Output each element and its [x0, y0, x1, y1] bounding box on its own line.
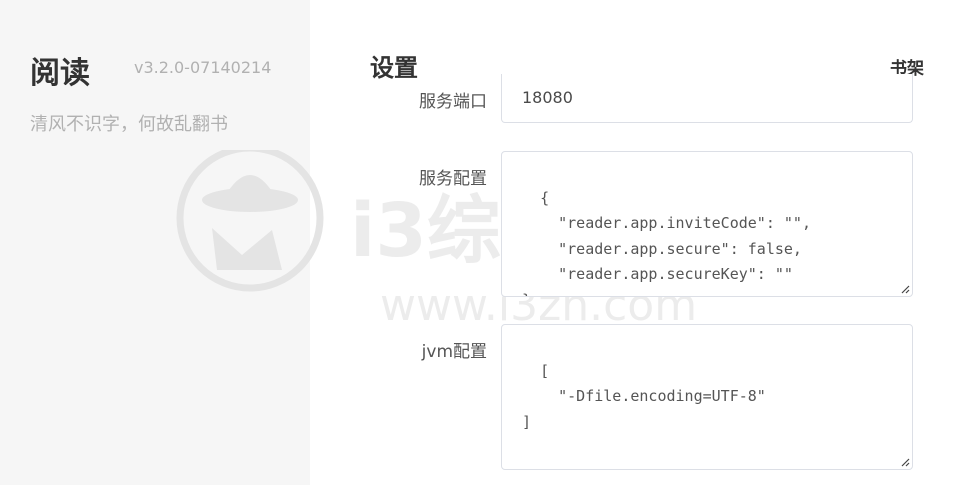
jvm-config-label: jvm配置 [421, 342, 487, 362]
app-version: v3.2.0-07140214 [134, 58, 272, 77]
server-config-label: 服务配置 [419, 169, 487, 189]
port-input[interactable]: 18080 [501, 74, 913, 123]
app-slogan: 清风不识字，何故乱翻书 [30, 114, 228, 135]
page-title: 设置 [370, 54, 418, 82]
app-title: 阅读 [30, 56, 90, 91]
jvm-config-text: [ "-Dfile.encoding=UTF-8" ] [522, 361, 766, 431]
resize-handle-icon[interactable] [900, 457, 910, 467]
server-config-text: { "reader.app.inviteCode": "", "reader.a… [522, 188, 811, 297]
port-label: 服务端口 [419, 92, 487, 112]
sidebar: 阅读 v3.2.0-07140214 清风不识字，何故乱翻书 [0, 0, 310, 485]
server-config-textarea[interactable]: { "reader.app.inviteCode": "", "reader.a… [501, 151, 913, 297]
resize-handle-icon[interactable] [900, 284, 910, 294]
jvm-config-textarea[interactable]: [ "-Dfile.encoding=UTF-8" ] [501, 324, 913, 470]
